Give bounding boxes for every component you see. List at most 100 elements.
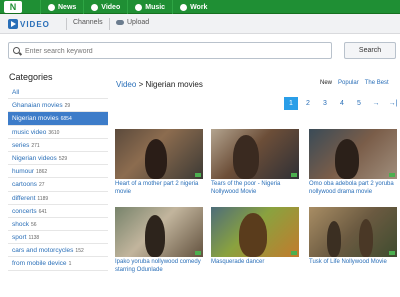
upload-cloud-icon [116, 20, 124, 25]
page-1[interactable]: 1 [284, 97, 298, 110]
page-3[interactable]: 3 [318, 97, 332, 110]
category-count: 1138 [28, 235, 40, 242]
category-item-from-mobile-device[interactable]: from mobile device 1 [8, 257, 108, 271]
category-item-nigerian-videos[interactable]: Nigerian videos 529 [8, 152, 108, 166]
video-title[interactable]: Tears of the poor - Nigeria Nollywood Mo… [211, 181, 299, 196]
category-list: All Ghanaian movies 29 Nigerian movies 685… [8, 86, 108, 271]
category-label: different [12, 194, 36, 202]
search-input[interactable] [25, 45, 325, 57]
sort-new[interactable]: New [320, 80, 332, 86]
video-title[interactable]: Omo oba adebola part 2 yoruba nollywood … [309, 181, 397, 196]
video-title[interactable]: Tusk of Life Nollywood Movie [309, 259, 397, 267]
category-label: Nigerian videos [12, 154, 57, 162]
upload-label: Upload [127, 19, 150, 26]
category-item-different[interactable]: different 1189 [8, 192, 108, 205]
video-thumbnail[interactable] [211, 207, 299, 257]
category-label: from mobile device [12, 260, 67, 268]
hd-badge-icon [291, 173, 297, 177]
sort-the-best[interactable]: The Best [365, 80, 389, 86]
category-item-series[interactable]: series 271 [8, 139, 108, 152]
last-page-arrow-icon[interactable]: →| [386, 97, 400, 110]
breadcrumb: Video > Nigerian movies [116, 80, 203, 89]
breadcrumb-root-link[interactable]: Video [116, 80, 136, 89]
sort-options: New Popular The Best [320, 80, 389, 86]
nav-item-work[interactable]: Work [172, 0, 214, 14]
play-icon [8, 19, 18, 29]
nav-item-music[interactable]: Music [127, 0, 172, 14]
category-item-humour[interactable]: humour 1862 [8, 165, 108, 179]
section-bar: VIDEO Channels Upload [0, 14, 400, 34]
breadcrumb-separator: > [138, 80, 144, 89]
nav-item-label: Music [145, 3, 166, 11]
category-item-ghanaian-movies[interactable]: Ghanaian movies 29 [8, 99, 108, 113]
page-2[interactable]: 2 [301, 97, 315, 110]
category-label: Ghanaian movies [12, 102, 63, 110]
nav-item-video[interactable]: Video [83, 0, 127, 14]
video-thumbnail[interactable] [309, 207, 397, 257]
category-item-all[interactable]: All [8, 86, 108, 100]
divider [66, 18, 67, 30]
pagination: 1 2 3 4 5 → →| [284, 97, 400, 110]
category-label: cartoons [12, 181, 37, 189]
category-count: 29 [64, 103, 71, 110]
next-page-arrow-icon[interactable]: → [369, 97, 383, 110]
page-5[interactable]: 5 [352, 97, 366, 110]
category-count: 1 [68, 261, 72, 268]
video-title[interactable]: Ipako yoruba nollywood comedy starring O… [115, 259, 203, 274]
video-card[interactable]: Tusk of Life Nollywood Movie [309, 207, 397, 267]
video-card[interactable]: Heart of a mother part 2 nigeria movie [115, 129, 203, 196]
category-label: All [12, 89, 20, 96]
video-card[interactable]: Tears of the poor - Nigeria Nollywood Mo… [211, 129, 299, 196]
video-card[interactable]: Omo oba adebola part 2 yoruba nollywood … [309, 129, 397, 196]
sort-popular[interactable]: Popular [338, 80, 359, 86]
divider [109, 18, 110, 30]
category-item-nigerian-movies[interactable]: Nigerian movies 6854 [8, 112, 108, 126]
thumbnail-figure [145, 139, 167, 179]
thumbnail-figure [327, 221, 341, 257]
hd-badge-icon [195, 173, 201, 177]
video-title[interactable]: Heart of a mother part 2 nigeria movie [115, 181, 203, 196]
category-count: 529 [58, 155, 68, 162]
video-brand-label: VIDEO [20, 19, 50, 29]
category-item-music-video[interactable]: music video 3610 [8, 126, 108, 139]
video-thumbnail[interactable] [309, 129, 397, 179]
thumbnail-figure [335, 139, 359, 179]
music-icon [135, 3, 143, 11]
category-label: cars and motorcycles [12, 247, 74, 255]
category-count: 27 [38, 182, 45, 189]
upload-link[interactable]: Upload [116, 19, 149, 26]
category-count: 3610 [48, 129, 60, 136]
thumbnail-figure [239, 213, 267, 257]
video-title[interactable]: Masquerade dancer [211, 259, 299, 267]
category-count: 641 [38, 208, 47, 215]
category-count: 152 [75, 248, 84, 255]
video-card[interactable]: Masquerade dancer [211, 207, 299, 267]
page-4[interactable]: 4 [335, 97, 349, 110]
nav-item-label: Video [101, 3, 121, 11]
video-thumbnail[interactable] [115, 129, 203, 179]
category-count: 6854 [60, 116, 72, 123]
video-brand[interactable]: VIDEO [8, 18, 50, 30]
work-icon [180, 3, 188, 11]
top-navigation-bar: N News Video Music Work [0, 0, 400, 14]
video-thumbnail[interactable] [211, 129, 299, 179]
video-card[interactable]: Ipako yoruba nollywood comedy starring O… [115, 207, 203, 274]
category-item-shock[interactable]: shock 56 [8, 218, 108, 232]
video-thumbnail[interactable] [115, 207, 203, 257]
hd-badge-icon [389, 173, 395, 177]
categories-heading: Categories [9, 72, 53, 82]
search-button[interactable]: Search [344, 42, 396, 59]
category-item-concerts[interactable]: concerts 641 [8, 205, 108, 218]
search-icon [13, 47, 20, 54]
category-item-cars-and-motorcycles[interactable]: cars and motorcycles 152 [8, 244, 108, 258]
category-item-cartoons[interactable]: cartoons 27 [8, 178, 108, 192]
thumbnail-figure [233, 135, 259, 179]
site-logo[interactable]: N [4, 1, 22, 13]
channels-link[interactable]: Channels [73, 19, 103, 26]
top-nav-menu: News Video Music Work [40, 0, 214, 14]
category-item-sport[interactable]: sport 1138 [8, 231, 108, 245]
category-count: 1189 [37, 195, 49, 202]
thumbnail-figure [145, 215, 165, 257]
home-icon [48, 3, 55, 11]
nav-item-news[interactable]: News [40, 0, 83, 14]
